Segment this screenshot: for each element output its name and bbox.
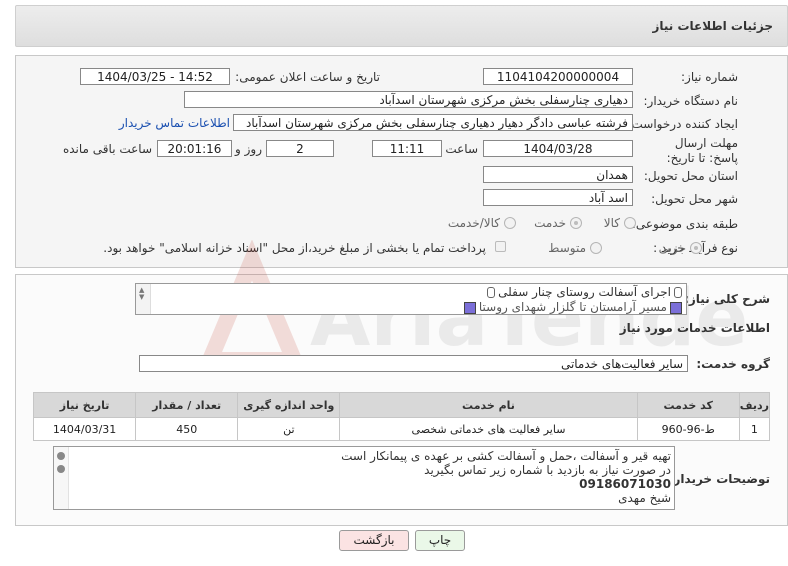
- creator-label: ایجاد کننده درخواست:: [627, 117, 738, 131]
- summary-marker-left: [463, 301, 476, 314]
- summary-box[interactable]: ▲ ▼ اجرای آسفالت روستای چنار سفلی مسیر آ…: [135, 283, 687, 315]
- process-minor-label: جزیی: [658, 241, 686, 255]
- announce-label: تاریخ و ساعت اعلان عمومی:: [235, 70, 380, 84]
- col-date: تاریخ نیاز: [32, 392, 137, 418]
- buyer-contact-link[interactable]: اطلاعات تماس خریدار: [119, 116, 230, 130]
- treasury-bonds-checkbox[interactable]: [495, 241, 506, 252]
- summary-icon-end: [487, 287, 496, 298]
- buyer-org-label: نام دستگاه خریدار:: [643, 94, 739, 108]
- category-goods-label: کالا: [603, 216, 620, 230]
- cell-unit: تن: [237, 417, 341, 441]
- city-label: شهر محل تحویل:: [651, 192, 738, 206]
- days-label: روز و: [235, 142, 262, 156]
- services-section-title: اطلاعات خدمات مورد نیاز: [619, 321, 770, 335]
- summary-line-1: اجرای آسفالت روستای چنار سفلی: [498, 285, 671, 299]
- cell-code: ط-96-960: [636, 417, 740, 441]
- payment-note: پرداخت تمام یا بخشی از مبلغ خرید،از محل …: [103, 241, 486, 255]
- province-label: استان محل تحویل:: [643, 169, 738, 183]
- print-button[interactable]: چاپ: [415, 530, 465, 551]
- deadline-time-field[interactable]: 11:11: [372, 140, 442, 157]
- services-table-header: ردیف کد خدمت نام خدمت واحد اندازه گیری ت…: [32, 392, 771, 418]
- summary-label: شرح کلی نیاز:: [684, 292, 770, 306]
- cell-row: 1: [738, 417, 771, 441]
- deadline-date-field[interactable]: 1404/03/28: [483, 140, 633, 157]
- category-service-radio[interactable]: [570, 217, 582, 229]
- col-code: کد خدمت: [636, 392, 740, 418]
- process-medium-label: متوسط: [548, 241, 586, 255]
- notes-line-1: تهیه قیر و آسفالت ،حمل و آسفالت کشی بر ع…: [341, 449, 671, 463]
- summary-line-2: مسیر آرامستان تا گلزار شهدای روستا: [478, 300, 667, 314]
- cell-date: 1404/03/31: [32, 417, 137, 441]
- remaining-days-field[interactable]: 2: [266, 140, 334, 157]
- process-minor-radio[interactable]: [690, 242, 702, 254]
- buyer-org-field[interactable]: دهیاری چنارسفلی بخش مرکزی شهرستان اسدآبا…: [184, 91, 633, 108]
- cell-qty: 450: [135, 417, 239, 441]
- remaining-time-field[interactable]: 20:01:16: [157, 140, 232, 157]
- buyer-notes-label: توضیحات خریدار:: [668, 472, 770, 486]
- remaining-label: ساعت باقی مانده: [62, 142, 152, 156]
- services-table: ردیف کد خدمت نام خدمت واحد اندازه گیری ت…: [32, 392, 771, 441]
- category-service-label: خدمت: [534, 216, 566, 230]
- summary-icon: [674, 287, 682, 298]
- col-name: نام خدمت: [339, 392, 638, 418]
- buyer-notes-box[interactable]: تهیه قیر و آسفالت ،حمل و آسفالت کشی بر ع…: [53, 446, 675, 510]
- creator-field[interactable]: فرشته عباسی دادگر دهیار دهیاری چنارسفلی …: [233, 114, 633, 131]
- service-group-label: گروه خدمت:: [696, 357, 770, 371]
- col-unit: واحد اندازه گیری: [237, 392, 341, 418]
- notes-line-3: 09186071030: [579, 477, 671, 491]
- category-label: طبقه بندی موضوعی:: [631, 217, 738, 231]
- notes-line-2: در صورت نیاز به بازدید با شماره زیر تماس…: [424, 463, 671, 477]
- deadline-label: مهلت ارسال پاسخ: تا تاریخ:: [666, 136, 738, 165]
- need-number-field[interactable]: 1104104200000004: [483, 68, 633, 85]
- summary-marker-right: [670, 301, 682, 314]
- notes-scrollbar[interactable]: [54, 447, 69, 509]
- service-group-field[interactable]: سایر فعالیت‌های خدماتی: [139, 355, 688, 372]
- process-medium-radio[interactable]: [590, 242, 602, 254]
- notes-line-4: شیخ مهدی: [618, 491, 671, 505]
- city-field[interactable]: اسد آباد: [483, 189, 633, 206]
- cell-name: سایر فعالیت های خدماتی شخصی: [339, 417, 638, 441]
- back-button[interactable]: بازگشت: [339, 530, 409, 551]
- category-goods-radio[interactable]: [624, 217, 636, 229]
- page-title: جزئیات اطلاعات نیاز: [652, 19, 773, 33]
- summary-scrollbar[interactable]: ▲ ▼: [136, 284, 151, 314]
- announce-datetime-field[interactable]: 1404/03/25 - 14:52: [80, 68, 230, 85]
- need-number-label: شماره نیاز:: [681, 70, 738, 84]
- page-header: جزئیات اطلاعات نیاز: [15, 5, 788, 47]
- category-goods-service-label: کالا/خدمت: [447, 216, 500, 230]
- category-goods-service-radio[interactable]: [504, 217, 516, 229]
- col-qty: تعداد / مقدار: [135, 392, 239, 418]
- col-row: ردیف: [738, 392, 771, 418]
- deadline-time-label: ساعت: [445, 142, 478, 156]
- province-field[interactable]: همدان: [483, 166, 633, 183]
- table-row: 1 ط-96-960 سایر فعالیت های خدماتی شخصی ت…: [32, 417, 771, 441]
